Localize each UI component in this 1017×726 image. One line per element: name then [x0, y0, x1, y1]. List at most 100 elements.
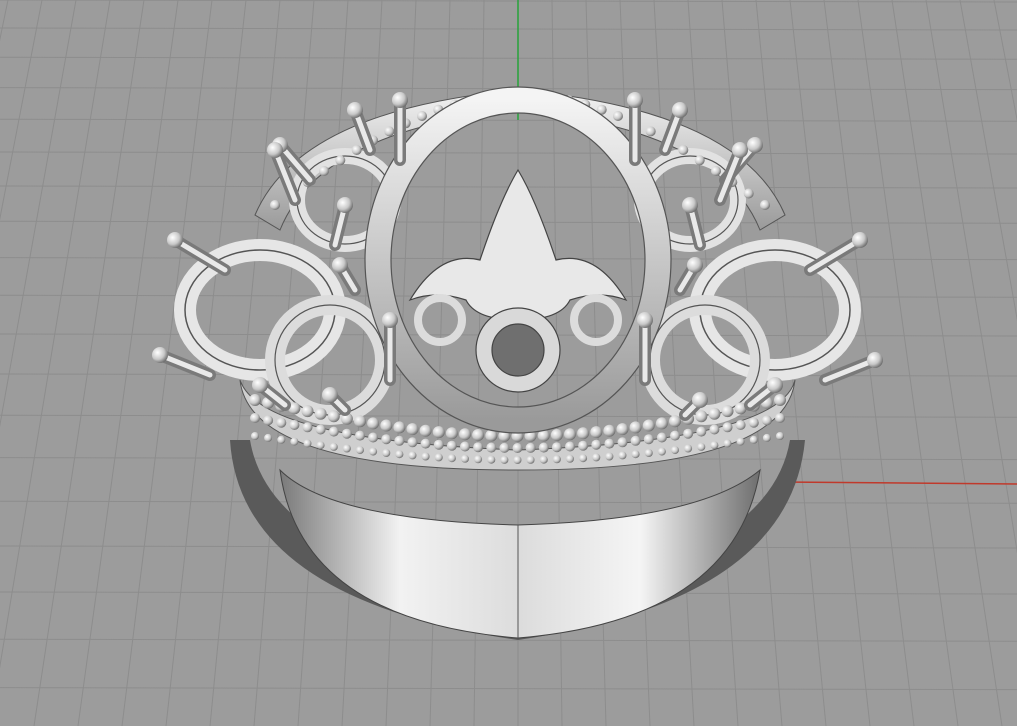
pave-bead [433, 439, 444, 450]
pave-bead [381, 434, 392, 445]
pave-bead [538, 442, 549, 453]
halo-bead [678, 145, 689, 155]
pave-bead [408, 451, 417, 460]
pave-bead [446, 440, 457, 451]
pave-bead [445, 427, 458, 440]
prong-tip [322, 387, 338, 403]
pave-bead [762, 433, 771, 442]
pave-bead [656, 432, 667, 443]
prong-tip [347, 102, 363, 118]
pave-bead [579, 454, 588, 463]
grid-line [0, 687, 1017, 691]
pave-bead [355, 430, 365, 441]
halo-bead [711, 166, 721, 176]
pave-bead [551, 442, 562, 453]
pave-bead [683, 428, 694, 439]
pave-bead [328, 426, 339, 437]
pave-bead [616, 423, 629, 436]
pave-bead [421, 452, 430, 461]
pave-bead [369, 447, 378, 456]
pave-bead [670, 430, 680, 441]
pave-bead [526, 455, 535, 464]
grid-line [0, 56, 1017, 60]
3d-viewport[interactable] [0, 0, 1017, 726]
halo-bead [335, 155, 346, 166]
pave-bead [552, 455, 561, 464]
pave-bead [592, 453, 601, 462]
pave-bead [591, 439, 602, 450]
pave-bead [290, 437, 299, 446]
pave-bead [708, 407, 721, 420]
halo-bead [319, 166, 329, 176]
grid-line [0, 0, 43, 221]
pave-bead [629, 421, 642, 434]
pave-bead [382, 449, 391, 457]
pave-bead [406, 423, 419, 436]
pave-bead [316, 441, 325, 450]
pave-bead [657, 447, 666, 456]
grid-line [0, 0, 9, 42]
pave-bead [276, 417, 287, 428]
pave-bead [486, 442, 497, 453]
prong-tip [682, 197, 698, 213]
prong-tip [267, 142, 283, 158]
halo-bead [417, 111, 427, 121]
pave-bead [604, 438, 615, 449]
halo-bead [743, 188, 754, 199]
pave-bead [367, 417, 380, 430]
pave-bead [512, 443, 523, 453]
pave-bead [577, 427, 590, 440]
pave-bead [277, 435, 286, 444]
prong-tip [167, 232, 183, 248]
ring-3d-model[interactable] [152, 86, 883, 640]
pave-bead [447, 454, 456, 463]
pave-bead [776, 432, 784, 440]
pave-bead [368, 432, 379, 443]
prong-tip [672, 102, 688, 118]
pave-bead [354, 415, 366, 428]
prong-tip [852, 232, 868, 248]
prong-tip [637, 312, 653, 328]
pave-bead [566, 454, 574, 463]
prong-tip [867, 352, 883, 368]
pave-bead [301, 405, 314, 418]
pave-bead [550, 429, 563, 441]
pave-bead [250, 413, 260, 423]
pave-bead [460, 441, 470, 452]
viewport-canvas[interactable] [0, 0, 1017, 726]
pave-bead [342, 444, 351, 453]
pave-bead [697, 442, 706, 451]
prong-tip [687, 257, 703, 273]
prong-tip [627, 92, 643, 108]
pave-bead [721, 405, 734, 418]
pave-bead [748, 417, 759, 428]
halo-bead [760, 200, 770, 210]
prong-tip [767, 377, 783, 393]
pave-bead [774, 394, 786, 406]
pave-bead [473, 442, 484, 453]
pave-bead [356, 446, 364, 455]
pave-bead [655, 417, 668, 430]
pave-bead [618, 451, 627, 460]
pave-bead [749, 435, 758, 444]
pave-bead [643, 434, 654, 445]
pave-bead [303, 439, 312, 448]
grid-line [0, 500, 1017, 504]
pave-bead [630, 435, 641, 446]
x-axis [779, 481, 1017, 485]
prong-tip [337, 197, 353, 213]
halo-bead [351, 145, 362, 155]
halo-bead [270, 200, 280, 210]
pave-bead [669, 415, 681, 428]
pave-bead [380, 419, 393, 432]
pave-bead [395, 450, 404, 459]
pave-bead [578, 440, 589, 451]
pave-bead [487, 455, 496, 464]
prong-tip [692, 392, 708, 408]
grid-line [0, 0, 77, 428]
pave-bead [603, 424, 616, 437]
prong-tip [332, 257, 348, 273]
prong-tip [392, 92, 408, 108]
grid-line [925, 0, 1017, 554]
pave-bead [565, 441, 575, 452]
